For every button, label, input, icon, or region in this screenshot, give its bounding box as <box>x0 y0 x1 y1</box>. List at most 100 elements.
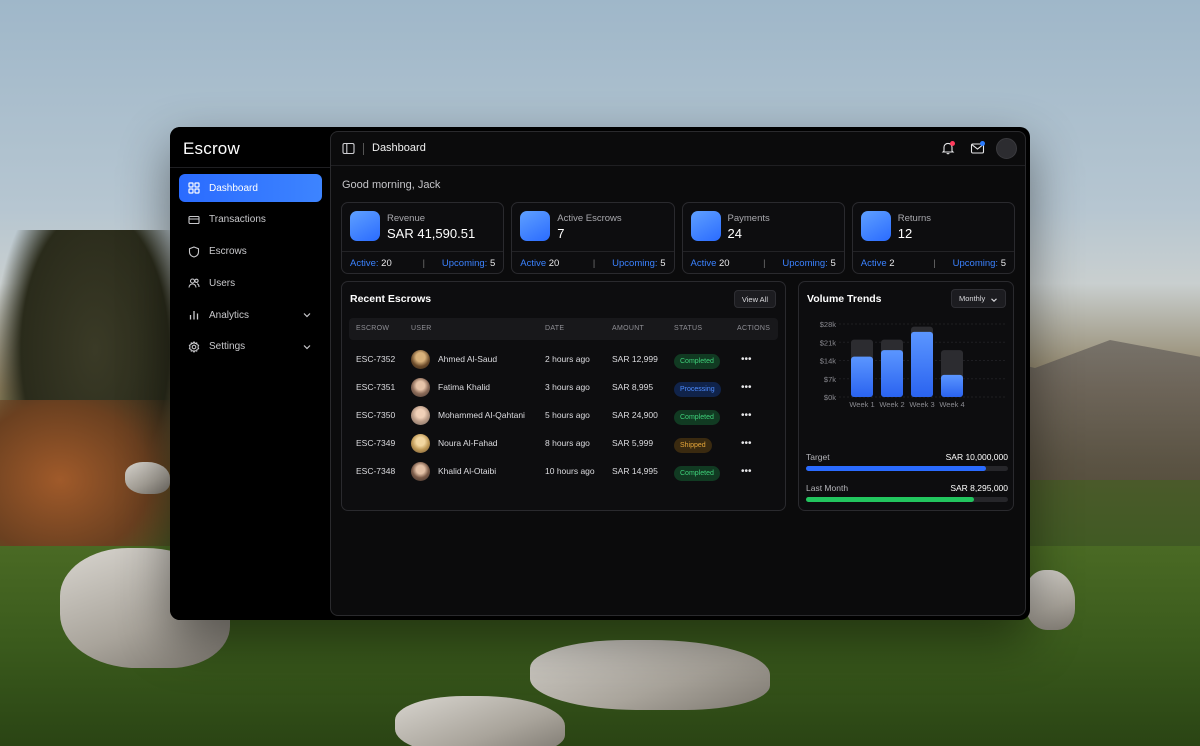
amount: SAR 8,995 <box>612 382 654 392</box>
bar <box>941 374 963 397</box>
more-actions-icon[interactable]: ••• <box>741 410 752 421</box>
stat-icon <box>860 211 891 241</box>
more-actions-icon[interactable]: ••• <box>741 354 752 365</box>
stat-separator: | <box>422 258 425 268</box>
stat-value: 7 <box>557 226 565 241</box>
date: 2 hours ago <box>545 354 590 364</box>
x-tick-label: Week 4 <box>939 400 964 409</box>
period-select[interactable]: Monthly <box>951 289 1006 308</box>
target-progress-fill <box>806 466 986 471</box>
card-icon <box>188 214 200 226</box>
avatar <box>411 434 430 453</box>
stat-card-returns: Returns 12 Active 2 | Upcoming: 5 <box>851 202 1015 274</box>
status-badge: Completed <box>674 466 720 481</box>
main-panel: Dashboard Good morning, Jack Revenue SAR… <box>330 131 1026 616</box>
table-row[interactable]: ESC-7352 Ahmed Al-Saud 2 hours ago SAR 1… <box>349 345 778 373</box>
stat-active: Active 20 <box>520 258 560 269</box>
sidebar-item-transactions[interactable]: Transactions <box>179 206 322 234</box>
column-header: USER <box>411 325 432 332</box>
y-tick-label: $21k <box>820 338 837 347</box>
sidebar-item-label: Settings <box>209 341 246 353</box>
sidebar-toggle-icon[interactable] <box>342 142 355 155</box>
stat-label: Returns <box>897 213 932 224</box>
column-header: STATUS <box>674 325 703 332</box>
card-title: Recent Escrows <box>350 293 432 305</box>
stat-icon <box>350 211 380 241</box>
stat-separator: | <box>933 258 936 268</box>
more-actions-icon[interactable]: ••• <box>741 466 752 477</box>
column-header: ESCROW <box>356 325 390 332</box>
message-dot <box>980 141 985 146</box>
sidebar-item-label: Analytics <box>209 309 250 321</box>
amount: SAR 14,995 <box>612 466 658 476</box>
volume-trends-card: Volume Trends Monthly $28k $21k $14k $7k $0k… <box>798 281 1014 511</box>
recent-escrows-card: Recent Escrows View All ESCROW USER DATE… <box>341 281 786 511</box>
y-tick-label: $0k <box>824 393 836 402</box>
stat-separator: | <box>763 258 766 268</box>
sidebar-item-users[interactable]: Users <box>179 269 322 297</box>
status-badge: Completed <box>674 410 720 425</box>
user-avatar[interactable] <box>996 138 1017 159</box>
stat-label: Payments <box>727 213 770 224</box>
stat-value: SAR 41,590.51 <box>387 226 476 241</box>
escrow-id: ESC-7352 <box>356 354 396 364</box>
last-month-value: SAR 8,295,000 <box>950 483 1008 493</box>
stat-upcoming: Upcoming: 5 <box>612 258 666 269</box>
app-window: Escrow Dashboard Transactions Escrows Us… <box>170 127 1030 620</box>
sidebar-item-label: Transactions <box>209 214 266 226</box>
period-select-value: Monthly <box>959 294 986 303</box>
sidebar-item-label: Users <box>209 277 236 289</box>
stat-active: Active 20 <box>690 258 730 269</box>
bell-icon[interactable] <box>941 141 955 155</box>
stat-card-payments: Payments 24 Active 20 | Upcoming: 5 <box>681 202 845 274</box>
sidebar-item-escrows[interactable]: Escrows <box>179 238 322 266</box>
sidebar-item-analytics[interactable]: Analytics <box>179 301 322 329</box>
table-row[interactable]: ESC-7351 Fatima Khalid 3 hours ago SAR 8… <box>349 373 778 401</box>
stat-active: Active: 20 <box>350 258 392 269</box>
sidebar-item-dashboard[interactable]: Dashboard <box>179 174 322 202</box>
target-label: Target <box>806 452 830 462</box>
stat-label: Active Escrows <box>557 213 622 224</box>
x-tick-label: Week 2 <box>879 400 904 409</box>
table-row[interactable]: ESC-7349 Noura Al-Fahad 8 hours ago SAR … <box>349 429 778 457</box>
bar <box>911 331 933 397</box>
sidebar-item-settings[interactable]: Settings <box>179 333 322 361</box>
table-row[interactable]: ESC-7350 Mohammed Al-Qahtani 5 hours ago… <box>349 401 778 429</box>
mail-icon[interactable] <box>970 141 985 155</box>
stat-value: 24 <box>727 226 742 241</box>
escrow-id: ESC-7351 <box>356 382 396 392</box>
bar-chart-icon <box>188 309 200 321</box>
shield-icon <box>188 246 200 258</box>
amount: SAR 24,900 <box>612 410 658 420</box>
amount: SAR 5,999 <box>612 438 654 448</box>
date: 10 hours ago <box>545 466 595 476</box>
stat-active: Active 2 <box>860 258 895 269</box>
last-month-label: Last Month <box>806 483 849 493</box>
bar <box>851 356 873 397</box>
page-title: Dashboard <box>372 142 426 154</box>
volume-bar-chart: $28k $21k $14k $7k $0k Week 1 Week 2 Week 3 Week… <box>820 320 1005 409</box>
bar <box>881 350 903 397</box>
app-logo: Escrow <box>183 139 240 158</box>
stat-card-active-escrows: Active Escrows 7 Active 20 | Upcoming: 5 <box>511 202 675 274</box>
sidebar-nav: Dashboard Transactions Escrows Users Ana… <box>179 174 322 365</box>
date: 5 hours ago <box>545 410 590 420</box>
sidebar-item-label: Dashboard <box>209 182 258 194</box>
avatar <box>411 378 430 397</box>
notification-dot <box>950 141 955 146</box>
table-row[interactable]: ESC-7348 Khalid Al-Otaibi 10 hours ago S… <box>349 457 778 485</box>
x-tick-label: Week 1 <box>849 400 874 409</box>
stat-icon <box>690 211 721 241</box>
users-icon <box>188 277 200 289</box>
view-all-button[interactable]: View All <box>733 290 776 308</box>
more-actions-icon[interactable]: ••• <box>741 438 752 449</box>
status-badge: Processing <box>674 382 721 397</box>
last-month-progress-fill <box>806 497 974 502</box>
date: 8 hours ago <box>545 438 590 448</box>
stat-separator: | <box>592 258 596 268</box>
more-actions-icon[interactable]: ••• <box>741 382 752 393</box>
stats-row: Revenue SAR 41,590.51 Active: 20 | Upcom… <box>341 202 1015 274</box>
status-badge: Shipped <box>674 438 712 453</box>
sidebar: Escrow Dashboard Transactions Escrows Us… <box>170 127 330 620</box>
stat-card-revenue: Revenue SAR 41,590.51 Active: 20 | Upcom… <box>341 202 505 274</box>
